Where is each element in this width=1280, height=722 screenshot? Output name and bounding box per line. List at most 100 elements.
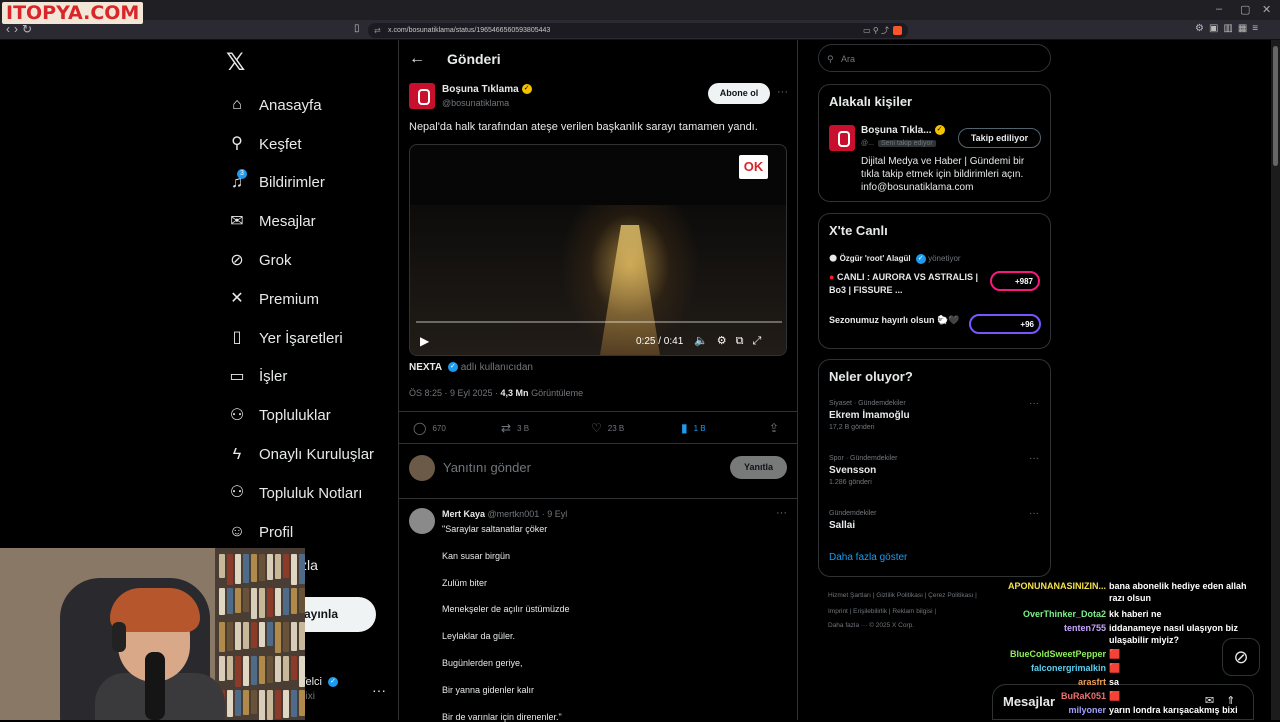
trends-card: Neler oluyor? Siyaset · Gündemdekiler Ekr… bbox=[818, 359, 1051, 577]
shelf-book bbox=[219, 622, 225, 652]
like-action[interactable]: ♡ 23 B bbox=[591, 421, 624, 435]
live-host[interactable]: 🌑 Özgür 'root' Alagül ✓ yönetiyor bbox=[829, 254, 961, 264]
author-handle[interactable]: @bosunatiklama bbox=[442, 98, 509, 108]
reply-action[interactable]: ◯ 670 bbox=[413, 421, 446, 435]
maximize-icon[interactable]: ▢ bbox=[1240, 3, 1250, 16]
settings-icon[interactable]: ⚙ bbox=[717, 335, 736, 347]
navigation-buttons[interactable]: ‹›↻ bbox=[6, 22, 36, 36]
post-more-icon[interactable]: ··· bbox=[777, 86, 788, 98]
related-name[interactable]: Boşuna Tıkla... ✓ bbox=[861, 125, 945, 136]
trend-cat: Spor · Gündemdekiler bbox=[829, 455, 898, 462]
fullscreen-icon[interactable]: ⤢ bbox=[752, 335, 770, 347]
nav-item-11[interactable]: ☺ Profil bbox=[228, 513, 374, 552]
verified-gold-icon: ✓ bbox=[934, 125, 945, 136]
nav-item-0[interactable]: ⌂ Anasayfa bbox=[228, 86, 374, 125]
nav-item-6[interactable]: ▯ Yer İşaretleri bbox=[228, 319, 374, 358]
video-controls[interactable]: 🔈⚙⧉⤢ bbox=[694, 334, 770, 348]
nav-item-1[interactable]: ⚲ Keşfet bbox=[228, 125, 374, 164]
back-arrow-icon[interactable]: ← bbox=[409, 50, 425, 68]
live-space-2[interactable]: Sezonumuz hayırlı olsun 🐑🖤 bbox=[829, 314, 969, 327]
shelf-book bbox=[283, 588, 289, 615]
footer-links-3[interactable]: Daha fazla ··· © 2025 X Corp. bbox=[828, 622, 914, 629]
show-more-link[interactable]: Daha fazla göster bbox=[829, 552, 907, 563]
url-text: x.com/bosunatiklama/status/1965466560593… bbox=[388, 27, 551, 34]
trend-more-icon[interactable]: ··· bbox=[1029, 453, 1039, 464]
post-views: 4,3 Mn bbox=[500, 388, 529, 398]
bookmark-action[interactable]: ▮ 1 B bbox=[681, 421, 706, 435]
page-title: Gönderi bbox=[447, 51, 501, 67]
related-bio: Dijital Medya ve Haber | Gündemi bir tık… bbox=[861, 156, 1025, 193]
nav-item-5[interactable]: ✕ Premium bbox=[228, 280, 374, 319]
site-info-icon[interactable]: ⇄ bbox=[374, 23, 381, 38]
reply-author[interactable]: Mert Kaya @mertkn001 · 9 Eyl bbox=[442, 509, 567, 519]
source-suffix: adlı kullanıcıdan bbox=[460, 362, 533, 373]
url-actions[interactable]: ▭ ⚲ ⤴ bbox=[863, 23, 902, 38]
trend-more-icon[interactable]: ··· bbox=[1029, 398, 1039, 409]
scrollbar-thumb[interactable] bbox=[1273, 46, 1278, 166]
reply-avatar[interactable] bbox=[409, 508, 435, 534]
nav-item-label: Topluluk Notları bbox=[259, 484, 363, 502]
toolbar-icons[interactable]: ⚙▣▥▦≡ bbox=[1195, 23, 1263, 34]
live2-listeners[interactable]: +96 bbox=[969, 314, 1041, 334]
reply-button[interactable]: Yanıtla bbox=[730, 456, 787, 479]
play-icon[interactable]: ▶ bbox=[420, 334, 429, 348]
url-field[interactable]: ⇄ x.com/bosunatiklama/status/19654665605… bbox=[368, 23, 908, 38]
repost-action[interactable]: ⇄ 3 B bbox=[501, 421, 529, 435]
related-avatar[interactable] bbox=[829, 125, 855, 151]
shelf-book bbox=[243, 554, 249, 583]
account-more-icon[interactable]: ··· bbox=[372, 682, 386, 698]
chat-message: 🟥 bbox=[1109, 691, 1121, 701]
share-action[interactable]: ⇪ bbox=[769, 421, 785, 435]
shelf-book bbox=[267, 554, 273, 580]
bookmark-page-icon[interactable]: ▯ bbox=[354, 23, 360, 34]
nav-item-10[interactable]: ⚇ Topluluk Notları bbox=[228, 474, 374, 513]
trend-name[interactable]: Sallai bbox=[829, 520, 855, 531]
x-logo-icon[interactable]: 𝕏 bbox=[226, 48, 245, 77]
shelf-book bbox=[243, 690, 249, 715]
live-host-name: Özgür 'root' Alagül bbox=[839, 254, 911, 264]
trend-name[interactable]: Svensson bbox=[829, 465, 876, 476]
video-player[interactable]: OK ▶ 0:25 / 0:41 🔈⚙⧉⤢ bbox=[409, 144, 787, 356]
nav-item-7[interactable]: ▭ İşler bbox=[228, 358, 374, 397]
nav-item-8[interactable]: ⚇ Topluluklar bbox=[228, 396, 374, 435]
divider bbox=[399, 411, 797, 412]
minimize-icon[interactable]: – bbox=[1216, 3, 1222, 15]
page-scrollbar[interactable] bbox=[1271, 40, 1280, 720]
shelf-book bbox=[219, 588, 225, 615]
author-avatar[interactable] bbox=[409, 83, 435, 109]
live1-listeners[interactable]: +987 bbox=[990, 271, 1040, 291]
pip-icon[interactable]: ⧉ bbox=[736, 335, 753, 347]
footer-links-1[interactable]: Hizmet Şartları | Gizlilik Politikası | … bbox=[828, 592, 977, 599]
webcam-headphones bbox=[112, 622, 126, 652]
source-name[interactable]: NEXTA bbox=[409, 362, 442, 373]
search-input[interactable]: ⚲ Ara bbox=[818, 44, 1051, 72]
trend-count: 17,2 B gönderi bbox=[829, 424, 875, 431]
related-people-card: Alakalı kişiler Boşuna Tıkla... ✓ @... Sen… bbox=[818, 84, 1051, 202]
reply-more-icon[interactable]: ··· bbox=[776, 507, 787, 519]
post-time: ÖS 8:25 · 9 Eyl 2025 · bbox=[409, 388, 501, 398]
shelf-book bbox=[267, 656, 273, 683]
author-name-text: Boşuna Tıklama bbox=[442, 84, 519, 95]
nav-item-2[interactable]: ♫ 3 Bildirimler bbox=[228, 164, 374, 203]
trend-more-icon[interactable]: ··· bbox=[1029, 508, 1039, 519]
live-space-1[interactable]: ● CANLI : AURORA VS ASTRALIS | Bo3 | FIS… bbox=[829, 271, 979, 297]
shelf-book bbox=[243, 622, 249, 649]
nav-item-4[interactable]: ⊘ Grok bbox=[228, 241, 374, 280]
following-button[interactable]: Takip ediliyor bbox=[958, 128, 1041, 148]
chat-username: tenten755 bbox=[1063, 623, 1106, 633]
footer-links-2[interactable]: Imprint | Erişilebilirlik | Reklam bilgi… bbox=[828, 608, 936, 615]
brave-shield-icon[interactable] bbox=[893, 26, 902, 36]
video-progress-bar[interactable] bbox=[416, 321, 782, 323]
trend-name[interactable]: Ekrem İmamoğlu bbox=[829, 410, 910, 421]
close-icon[interactable]: ✕ bbox=[1262, 3, 1271, 16]
subscribe-button[interactable]: Abone ol bbox=[708, 83, 770, 104]
account-switcher[interactable]: Telci ✓ bixi bbox=[300, 676, 339, 702]
reply-input[interactable]: Yanıtını gönder bbox=[443, 460, 531, 475]
nav-item-3[interactable]: ✉ Mesajlar bbox=[228, 202, 374, 241]
shelf-book bbox=[251, 554, 257, 582]
nav-item-9[interactable]: ϟ Onaylı Kuruluşlar bbox=[228, 435, 374, 474]
nav-item-label: Profil bbox=[259, 523, 294, 541]
author-name[interactable]: Boşuna Tıklama ✓ bbox=[442, 84, 532, 95]
volume-icon[interactable]: 🔈 bbox=[694, 335, 717, 347]
shelf-book bbox=[299, 656, 305, 687]
